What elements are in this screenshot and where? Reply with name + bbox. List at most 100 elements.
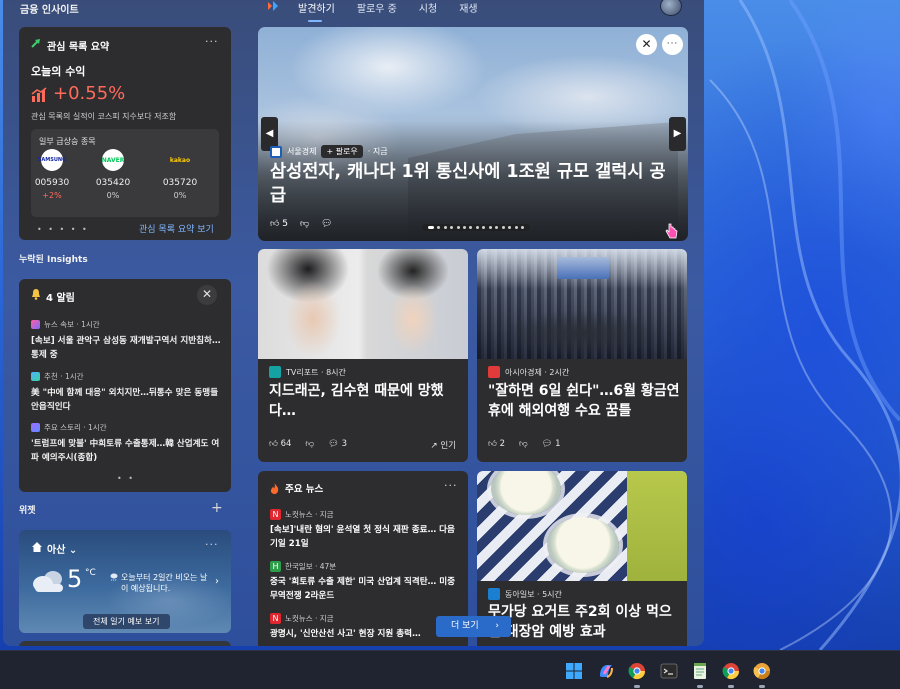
hero-carousel-dots[interactable] — [422, 224, 530, 231]
trending-up-icon — [31, 39, 40, 48]
rain-icon — [110, 573, 118, 581]
comment-button[interactable]: 💬︎ 1 — [542, 439, 561, 449]
news-image-yogurt — [477, 471, 687, 581]
comment-button[interactable]: 💬︎ — [321, 219, 332, 229]
watchlist-performance-note: 관심 목록의 실적이 코스피 지수보다 저조함 — [31, 112, 177, 121]
copilot-icon[interactable] — [597, 662, 615, 680]
dislike-button[interactable]: 👎︎ — [300, 219, 309, 229]
home-icon — [32, 542, 42, 552]
top-news-headline: 광명시, '신안산선 사고' 현장 지원 총력… — [270, 629, 421, 639]
full-forecast-button[interactable]: 전체 일기 예보 보기 — [83, 614, 170, 629]
recommended-icon — [31, 372, 40, 381]
tab-following[interactable]: 팔로우 중 — [357, 0, 397, 19]
news-card-gdragon[interactable]: TV리포트 · 8시간 지드래곤, 김수현 때문에 망했다… 👍︎ 64 👎︎ … — [258, 249, 468, 462]
hero-more-button[interactable]: ··· — [662, 34, 683, 55]
discover-logo-icon[interactable] — [266, 0, 280, 12]
hand-cursor-icon — [665, 223, 678, 239]
alert-item[interactable]: 추천 · 1시간 美 "中에 함께 대응" 외치지만…뒤통수 맞은 동맹들 안읍… — [31, 371, 221, 414]
hero-headline[interactable]: 삼성전자, 캐나다 1위 통신사에 1조원 규모 갤럭시 공급 — [270, 160, 680, 208]
stock-item-naver[interactable]: NAVER 035420 0% — [88, 149, 138, 200]
news-image-portraits — [258, 249, 468, 359]
hero-source-row: 서울경제 + 팔로우 · 지금 — [270, 145, 388, 158]
carousel-pager[interactable]: • • • • • — [37, 225, 89, 234]
close-alerts-button[interactable]: ✕ — [197, 285, 217, 305]
like-button[interactable]: 👍︎ 5 — [270, 219, 288, 229]
hero-article-card[interactable]: ✕ ··· ◀ ▶ 서울경제 + 팔로우 · 지금 삼성전자, 캐나다 1위 통… — [258, 27, 688, 241]
chevron-right-icon[interactable]: › — [215, 576, 219, 587]
stock-item-samsung[interactable]: SAMSUNG 005930 +2% — [27, 149, 77, 200]
hero-actions: 👍︎ 5 👎︎ 💬︎ — [270, 219, 333, 229]
profile-avatar[interactable] — [660, 0, 682, 16]
view-watchlist-link[interactable]: 관심 목록 요약 보기 — [139, 222, 214, 235]
news-actions: 👍︎ 2 👎︎ 💬︎ 1 — [488, 439, 561, 449]
watchlist-title: 관심 목록 요약 — [47, 42, 110, 53]
news-image-airport-crowd — [477, 249, 687, 359]
thumbs-up-icon: 👍︎ — [488, 439, 497, 449]
alert-item[interactable]: 주요 스토리 · 1시간 '트럼프에 맞불' 中희토류 수출통제…韓 산업계도 … — [31, 422, 221, 465]
thumbs-down-icon: 👎︎ — [300, 219, 310, 229]
tab-play[interactable]: 재생 — [459, 0, 477, 19]
stock-item-kakao[interactable]: kakao 035720 0% — [155, 149, 205, 200]
tab-discover[interactable]: 발견하기 — [298, 0, 335, 22]
chrome-icon[interactable] — [628, 662, 646, 680]
hero-next-button[interactable]: ▶ — [669, 117, 686, 151]
financial-insights-heading: 금융 인사이트 — [20, 5, 79, 16]
dislike-button[interactable]: 👎︎ — [519, 439, 528, 449]
weather-more-button[interactable]: ··· — [205, 538, 219, 551]
news-source-row: 아시아경제 · 2시간 — [488, 366, 569, 378]
watchlist-summary-card: 관심 목록 요약 ··· 오늘의 수익 +0.55% 관심 목록의 실적이 코스… — [19, 27, 231, 240]
nocut-news-logo-icon: N — [270, 509, 281, 520]
stock-change: 0% — [106, 191, 120, 200]
today-return-label: 오늘의 수익 — [31, 65, 86, 78]
missed-insights-heading: 누락된 Insights — [19, 255, 88, 265]
terminal-icon[interactable] — [660, 662, 678, 680]
follow-button[interactable]: + 팔로우 — [321, 145, 363, 158]
alert-source: 추천 · 1시간 — [31, 371, 221, 382]
weather-unit: °C — [85, 568, 96, 578]
weather-temperature: 5 — [67, 565, 83, 593]
thumbs-up-icon: 👍︎ — [269, 439, 278, 449]
bell-icon — [32, 289, 40, 300]
chrome-canary-icon[interactable] — [753, 662, 771, 680]
thumbs-down-icon: 👎︎ — [519, 439, 528, 449]
weather-card[interactable]: 아산 ⌄ ··· 5 °C 오늘부터 2일간 비오는 날이 예상됩니다. › 전… — [19, 530, 231, 633]
top-news-more-button[interactable]: ··· — [444, 479, 458, 492]
breaking-news-icon — [31, 320, 40, 329]
watchlist-more-button[interactable]: ··· — [205, 35, 219, 48]
alerts-pager[interactable]: • • — [117, 474, 135, 483]
weather-location[interactable]: 아산 ⌄ — [47, 541, 77, 556]
samsung-logo-icon: SAMSUNG — [38, 149, 66, 171]
stock-change: +2% — [42, 191, 62, 200]
today-return-value: +0.55% — [53, 83, 126, 104]
like-button[interactable]: 👍︎ 2 — [488, 439, 505, 449]
add-widget-button[interactable]: + — [211, 500, 223, 516]
top-news-item[interactable]: H 한국일보 · 47분 중국 '희토류 수출 제한' 미국 산업계 직격탄… … — [270, 561, 460, 603]
news-source-row: TV리포트 · 8시간 — [269, 366, 346, 378]
tab-watch[interactable]: 시청 — [419, 0, 437, 19]
news-card-holiday[interactable]: 아시아경제 · 2시간 "잘하면 6일 쉰다"…6월 황금연휴에 해외여행 수요… — [477, 249, 687, 462]
feed-tabs: 발견하기 팔로우 중 시청 재생 — [298, 0, 500, 22]
dismiss-article-button[interactable]: ✕ — [636, 34, 657, 55]
windows-start-icon[interactable] — [565, 662, 583, 680]
stock-change: 0% — [173, 191, 187, 200]
hero-source: 서울경제 — [287, 147, 317, 156]
like-button[interactable]: 👍︎ 64 — [269, 439, 291, 449]
top-news-item[interactable]: N 노컷뉴스 · 지금 광명시, '신안산선 사고' 현장 지원 총력… — [270, 613, 460, 641]
see-more-button[interactable]: 더 보기 › — [436, 616, 511, 637]
chrome-profile-icon[interactable] — [722, 662, 740, 680]
notepad-icon[interactable] — [691, 662, 709, 680]
top-news-item[interactable]: N 노컷뉴스 · 지금 [속보]'내란 혐의' 윤석열 첫 정식 재판 종료… … — [270, 509, 460, 551]
news-headline[interactable]: 지드래곤, 김수현 때문에 망했다… — [269, 381, 461, 421]
dislike-button[interactable]: 👎︎ — [305, 439, 314, 449]
top-news-headline: 중국 '희토류 수출 제한' 미국 산업계 직격탄… 미중 무역전쟁 2라운드 — [270, 577, 456, 601]
alerts-card: 4 알림 ✕ 뉴스 속보 · 1시간 [속보] 서울 관악구 삼성동 재개발구역… — [19, 279, 231, 492]
alert-headline: [속보] 서울 관악구 삼성동 재개발구역서 지반침하…통제 중 — [31, 336, 221, 360]
comment-button[interactable]: 💬︎ 3 — [328, 439, 347, 449]
news-headline[interactable]: "잘하면 6일 쉰다"…6월 황금연휴에 해외여행 수요 꿈틀 — [488, 381, 680, 421]
cloudy-icon — [33, 571, 63, 592]
news-actions: 👍︎ 64 👎︎ 💬︎ 3 — [269, 439, 347, 449]
alert-item[interactable]: 뉴스 속보 · 1시간 [속보] 서울 관악구 삼성동 재개발구역서 지반침하…… — [31, 319, 221, 362]
thumbs-down-icon: 👎︎ — [305, 439, 315, 449]
trending-badge: ↗ 인기 — [430, 441, 456, 451]
news-headline[interactable]: 무가당 요거트 주2회 이상 먹으면 대장암 예방 효과 — [488, 602, 680, 642]
